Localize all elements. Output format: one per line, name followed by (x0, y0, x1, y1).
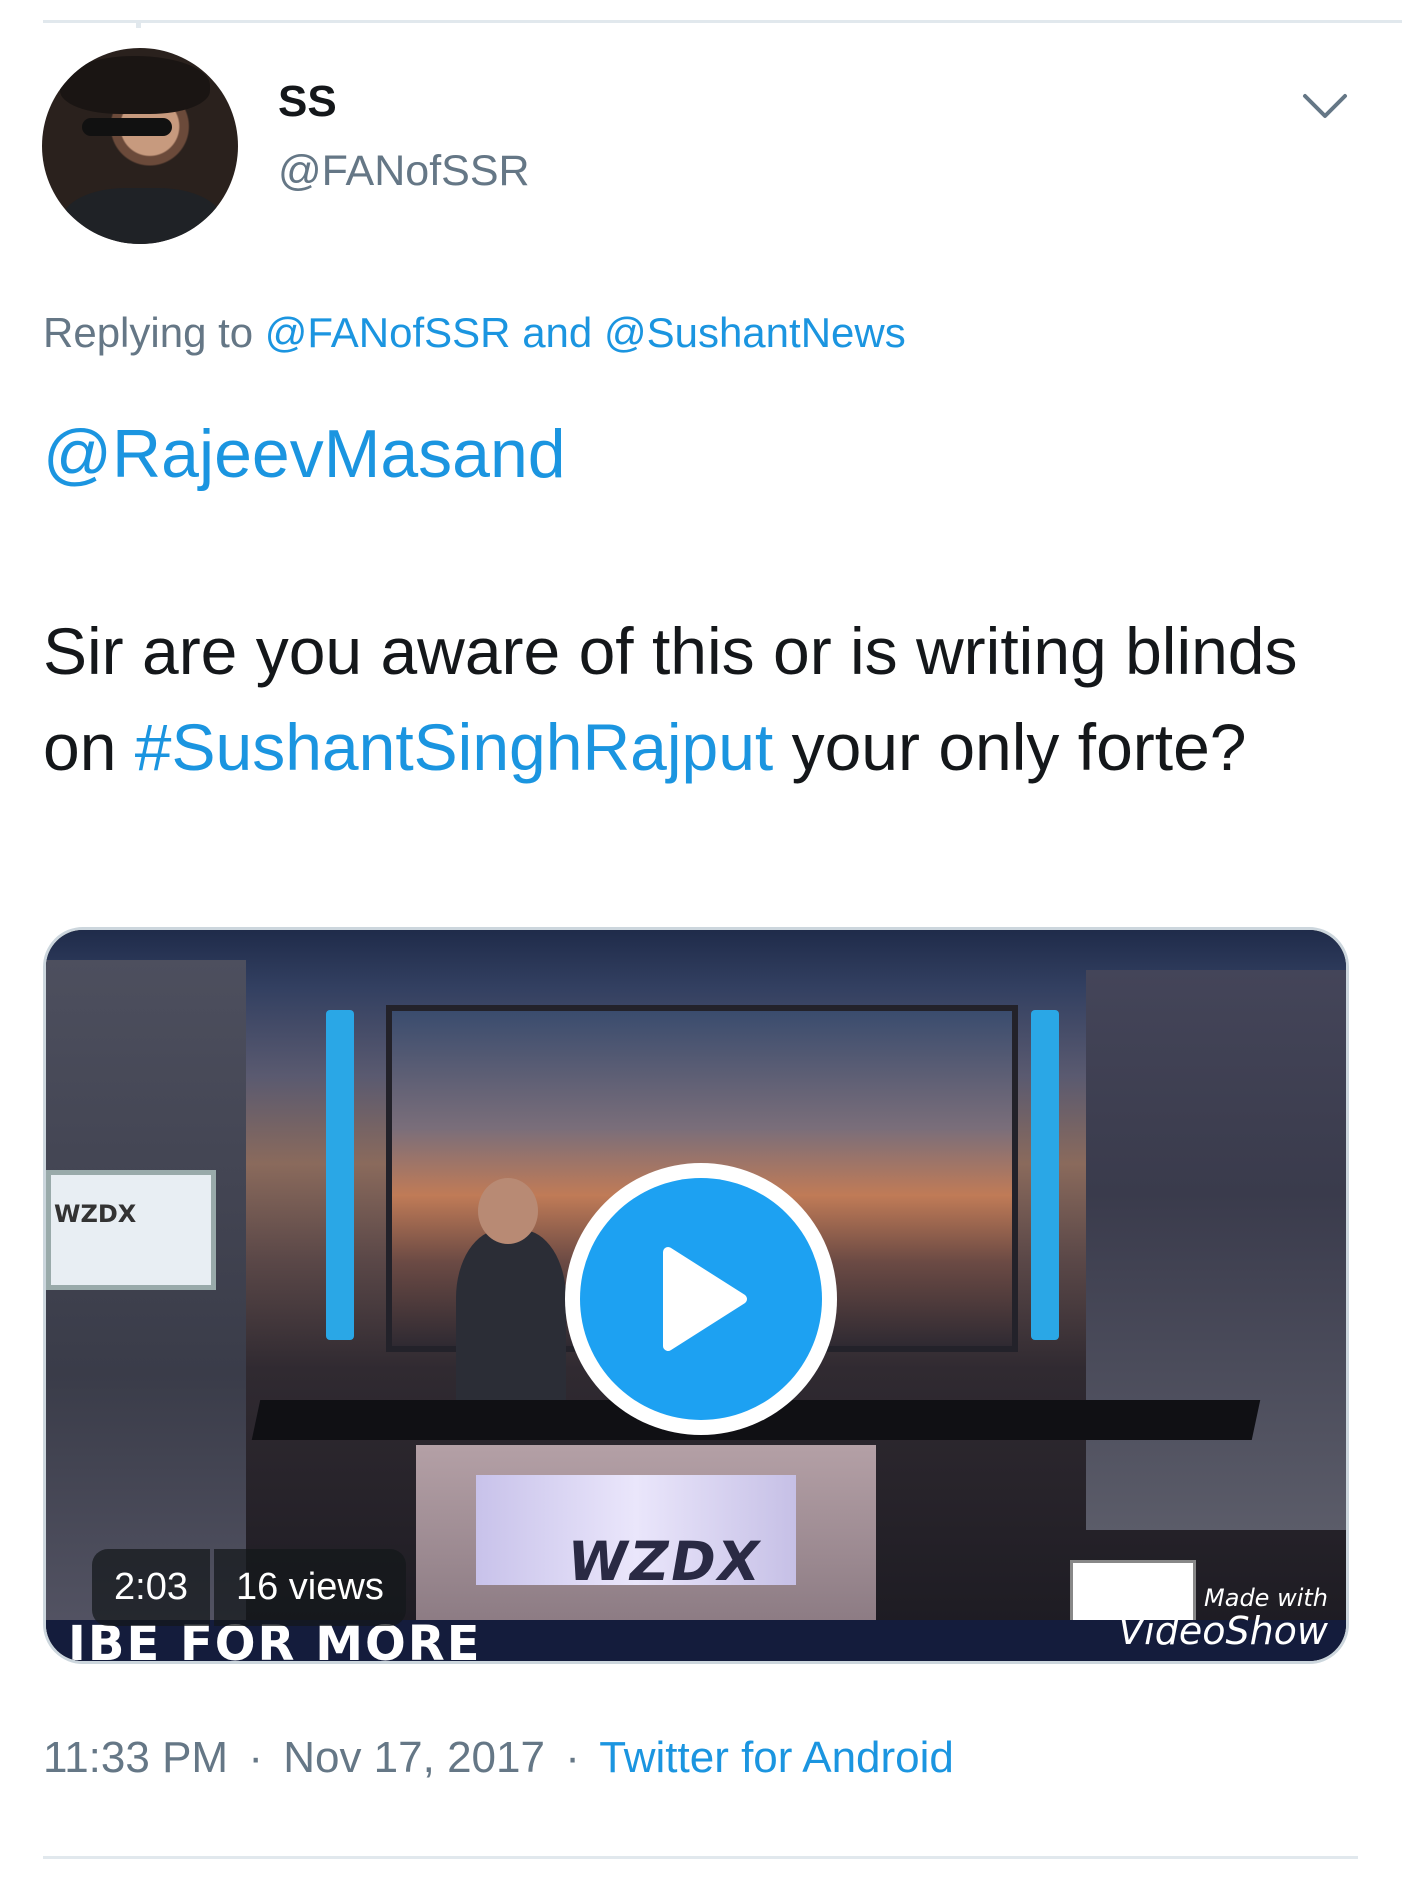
top-divider (43, 20, 1402, 23)
play-button[interactable] (565, 1163, 837, 1435)
tweet-source[interactable]: Twitter for Android (599, 1733, 954, 1782)
video-meta: 2:03 16 views (92, 1549, 406, 1626)
tweet-text-part2: your only forte? (791, 710, 1247, 784)
footer-separator-2: · (565, 1733, 580, 1782)
tweet-footer: 11:33 PM · Nov 17, 2017 · Twitter for An… (43, 1736, 954, 1780)
tweet-hashtag[interactable]: #SushantSinghRajput (135, 710, 773, 784)
watermark-small: Made with (1204, 1584, 1328, 1612)
watermark-big: VideoShow (1118, 1609, 1328, 1653)
thumbnail-anchor-man-head (478, 1178, 538, 1244)
video-media[interactable]: WZDX WZDX IBE FOR MORE Made with VideoSh… (43, 927, 1349, 1664)
reply-mention-fanofssr[interactable]: @FANofSSR (265, 309, 511, 356)
thumbnail-right-wall (1086, 970, 1346, 1530)
thumbnail-light-left (326, 1010, 354, 1340)
bottom-divider (43, 1856, 1358, 1859)
avatar-hair (60, 56, 210, 114)
tweet-date[interactable]: Nov 17, 2017 (283, 1733, 545, 1782)
thumbnail-anchor-man (456, 1230, 566, 1400)
replying-to-line: Replying to @FANofSSR and @SushantNews (43, 312, 906, 354)
avatar-shirt (62, 188, 222, 244)
avatar-glasses (82, 118, 172, 136)
tweet-time[interactable]: 11:33 PM (43, 1733, 228, 1782)
footer-separator: · (248, 1733, 263, 1782)
video-views: 16 views (213, 1549, 406, 1626)
tweet-mention[interactable]: @RajeevMasand (43, 420, 566, 488)
thumbnail-desk-logo: WZDX (562, 1530, 767, 1593)
display-name[interactable]: SS (278, 80, 337, 124)
video-duration: 2:03 (92, 1549, 210, 1626)
thumbnail-sign (46, 1170, 216, 1290)
avatar[interactable] (42, 48, 238, 244)
replying-prefix: Replying to (43, 309, 254, 356)
play-icon (663, 1247, 747, 1351)
play-button-circle (580, 1178, 822, 1420)
user-handle[interactable]: @FANofSSR (278, 150, 530, 193)
thumbnail-sign-text: WZDX (54, 1200, 137, 1228)
thumbnail-light-right (1031, 1010, 1059, 1340)
chevron-down-icon[interactable] (1302, 92, 1348, 122)
reply-conjunction: and (522, 309, 593, 356)
reply-mention-sushantnews[interactable]: @SushantNews (604, 309, 906, 356)
tweet-text: Sir are you aware of this or is writing … (43, 603, 1343, 795)
videoshow-watermark: Made with VideoShow (1118, 1586, 1328, 1650)
top-divider-tick (136, 20, 141, 28)
thumbnail-left-wall (46, 960, 246, 1650)
